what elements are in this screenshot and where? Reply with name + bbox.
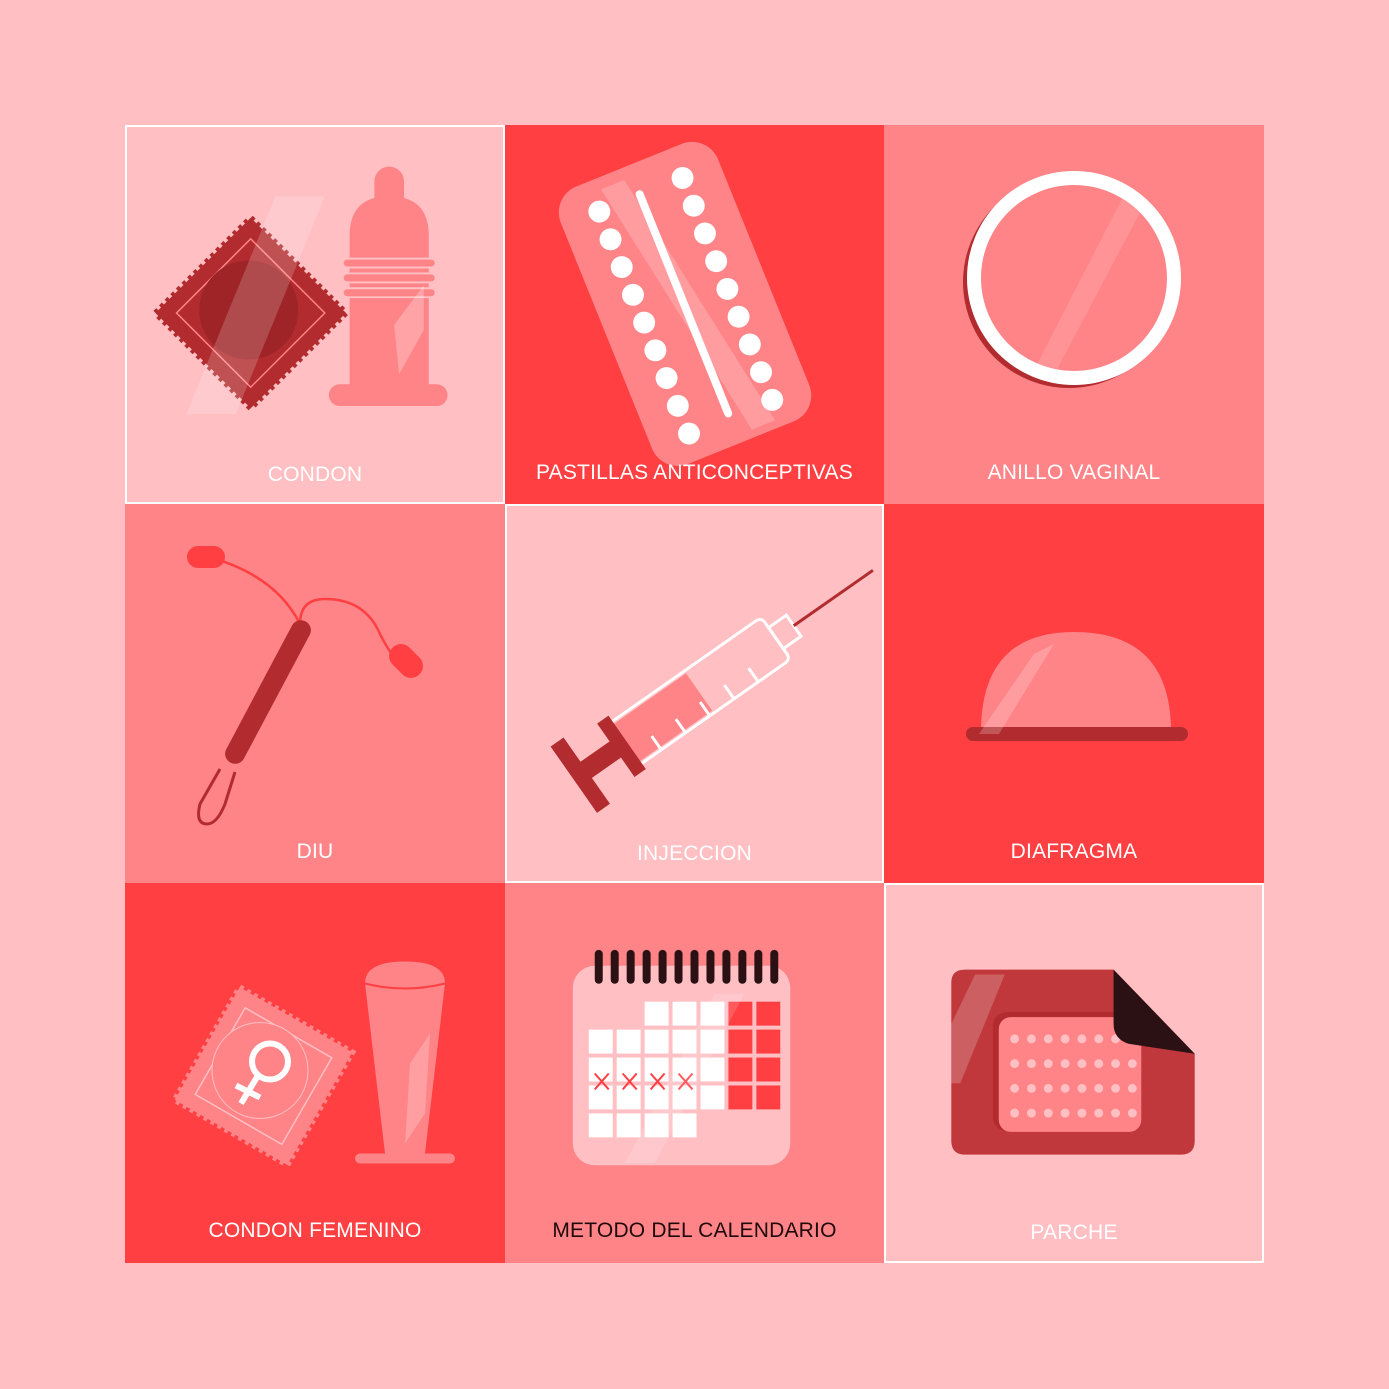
tile-parche: PARCHE — [884, 883, 1264, 1263]
syringe-icon — [550, 569, 874, 813]
methods-grid: CONDON PASTILLAS ANTICONCEPTIVAS ANILLO … — [125, 125, 1264, 1263]
vaginal-ring-icon — [963, 171, 1181, 388]
tile-label: PARCHE — [1030, 1221, 1118, 1244]
female-condom-icon — [170, 961, 455, 1169]
tile-metodo-calendario: METODO DEL CALENDARIO — [505, 883, 884, 1263]
tile-label: CONDON FEMENINO — [208, 1219, 422, 1242]
tile-label: CONDON — [267, 463, 363, 486]
calendar-icon — [572, 949, 791, 1166]
tile-condon-femenino: CONDON FEMENINO — [125, 883, 505, 1263]
tile-diu: DIU — [125, 504, 505, 883]
patch-icon — [951, 969, 1195, 1155]
tile-diafragma: DIAFRAGMA — [884, 504, 1264, 883]
tile-anillo-vaginal: ANILLO VAGINAL — [884, 125, 1264, 504]
pill-pack-icon — [558, 141, 812, 466]
tile-label: METODO DEL CALENDARIO — [552, 1219, 837, 1242]
tile-pastillas: PASTILLAS ANTICONCEPTIVAS — [505, 125, 884, 504]
tile-label: DIU — [296, 840, 334, 863]
tile-condon: CONDON — [125, 125, 505, 504]
tile-label: INJECCION — [637, 842, 752, 865]
iud-icon — [187, 546, 423, 826]
tile-label: PASTILLAS ANTICONCEPTIVAS — [536, 461, 853, 484]
diaphragm-icon — [966, 632, 1188, 741]
tile-label: DIAFRAGMA — [1010, 840, 1138, 863]
tile-injeccion: INJECCION — [505, 504, 884, 883]
condom-icon — [151, 166, 448, 414]
tile-label: ANILLO VAGINAL — [987, 461, 1161, 484]
